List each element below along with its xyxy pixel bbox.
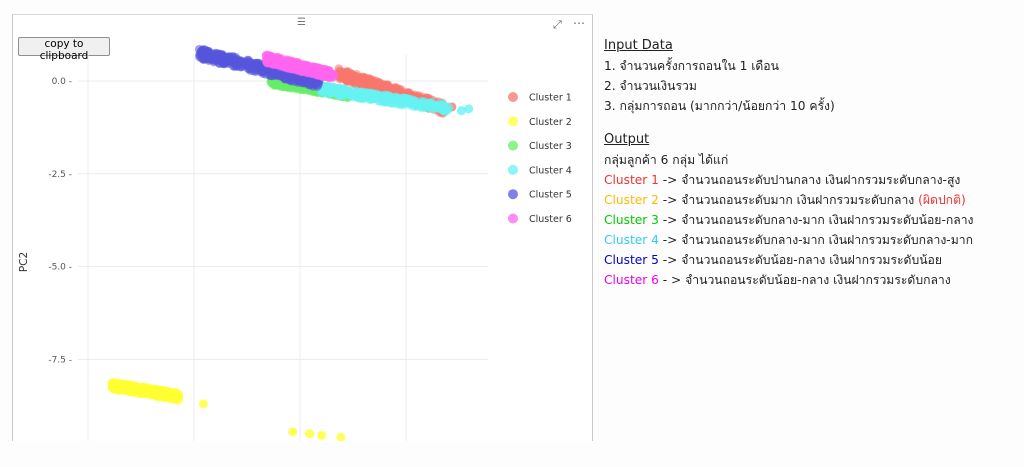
legend-label: Cluster 2 (529, 117, 572, 128)
legend-swatch (508, 189, 518, 200)
cluster-line-2: Cluster 2 -> จำนวนถอนระดับมาก เงินฝากรวม… (604, 190, 1016, 210)
cluster-line-1: Cluster 1 -> จำนวนถอนระดับปานกลาง เงินฝา… (604, 170, 1016, 190)
cluster-line-6: Cluster 6 - > จำนวนถอนระดับน้อย-กลาง เงิ… (604, 270, 1016, 290)
series-2 (107, 377, 346, 441)
data-point (336, 432, 346, 441)
data-point (243, 55, 253, 65)
data-point (346, 76, 356, 86)
y-tick-label: -7.5 - (48, 355, 72, 365)
data-point (268, 55, 278, 65)
data-point (417, 98, 427, 108)
cluster-line-name: Cluster 1 (604, 173, 659, 187)
data-point (244, 64, 254, 74)
info-panel: Input Data 1. จำนวนครั้งการถอนใน 1 เดือน… (604, 36, 1016, 290)
data-point (199, 45, 209, 55)
data-point (356, 89, 366, 99)
output-intro: กลุ่มลูกค้า 6 กลุ่ม ได้แก่ (604, 153, 729, 167)
legend-swatch (508, 164, 518, 175)
pca-scatter-chart: 0.0 - -2.5 - -5.0 - -7.5 - PC2 Cluster 1 Clust… (18, 44, 572, 441)
legend-label: Cluster 5 (529, 190, 572, 201)
cluster-line-name: Cluster 4 (604, 233, 659, 247)
data-point (322, 70, 332, 80)
cluster-line-name: Cluster 2 (604, 193, 659, 207)
cluster-description-list: Cluster 1 -> จำนวนถอนระดับปานกลาง เงินฝา… (604, 170, 1016, 290)
data-point (311, 63, 321, 73)
cluster-line-name: Cluster 6 (604, 273, 659, 287)
y-axis-label: PC2 (18, 252, 30, 272)
cluster-line-desc: -> จำนวนถอนระดับมาก เงินฝากรวมระดับกลาง (658, 193, 919, 207)
data-point (358, 72, 368, 82)
data-point (300, 61, 310, 71)
data-point (378, 94, 388, 104)
legend-swatch (508, 213, 518, 224)
cluster-line-5: Cluster 5 -> จำนวนถอนระดับน้อย-กลาง เงิน… (604, 250, 1016, 270)
input-data-heading: Input Data (604, 38, 673, 53)
legend-label: Cluster 4 (529, 165, 572, 176)
legend-label: Cluster 6 (529, 214, 572, 225)
data-point (160, 391, 170, 401)
cluster-line-note: (ผิดปกติ) (918, 193, 966, 207)
output-heading: Output (604, 132, 650, 147)
data-point (397, 98, 407, 108)
cluster-line-desc: -> จำนวนถอนระดับกลาง-มาก เงินฝากรวมระดับ… (658, 233, 973, 247)
input-item-3: 3. กลุ่มการถอน (มากกว่า/น้อยกว่า 10 ครั้… (604, 99, 835, 113)
data-point (269, 80, 279, 90)
cluster-line-desc: -> จำนวนถอนระดับปานกลาง เงินฝากรวมระดับก… (658, 173, 961, 187)
cluster-line-desc: -> จำนวนถอนระดับน้อย-กลาง เงินฝากรวมระดั… (658, 253, 942, 267)
legend-swatch (508, 140, 518, 151)
input-item-2: 2. จำนวนเงินรวม (604, 79, 697, 93)
cluster-line-name: Cluster 5 (604, 253, 659, 267)
data-point (289, 60, 299, 70)
legend-swatch (508, 116, 518, 127)
data-point (288, 427, 298, 437)
y-tick-label: 0.0 - (52, 77, 72, 87)
cluster-line-3: Cluster 3 -> จำนวนถอนระดับกลาง-มาก เงินฝ… (604, 210, 1016, 230)
cluster-line-name: Cluster 3 (604, 213, 659, 227)
data-point (317, 430, 327, 440)
data-point (337, 84, 347, 94)
data-point (146, 390, 156, 400)
data-point (198, 399, 208, 409)
data-point (440, 105, 450, 115)
data-point (219, 57, 229, 67)
data-point (348, 91, 358, 101)
cluster-line-desc: - > จำนวนถอนระดับน้อย-กลาง เงินฝากรวมระด… (658, 273, 951, 287)
data-point (211, 48, 221, 58)
cluster-line-desc: -> จำนวนถอนระดับกลาง-มาก เงินฝากรวมระดับ… (658, 213, 974, 227)
chart-visual-container: ☰ ⤢ ⋯ copy to clipboard 0.0 - -2.5 - -5.0 … (12, 14, 593, 441)
data-point (173, 390, 183, 400)
legend-label: Cluster 3 (529, 141, 572, 152)
y-tick-label: -5.0 - (48, 263, 72, 273)
legend-swatch (508, 92, 518, 102)
input-item-1: 1. จำนวนครั้งการถอนใน 1 เดือน (604, 59, 779, 73)
y-tick-label: -2.5 - (48, 170, 72, 180)
data-point (305, 429, 315, 439)
cluster-line-4: Cluster 4 -> จำนวนถอนระดับกลาง-มาก เงินฝ… (604, 230, 1016, 250)
data-point (281, 74, 291, 84)
data-point (115, 382, 125, 392)
data-point (409, 98, 419, 108)
data-point (232, 58, 242, 68)
data-point (427, 102, 437, 112)
legend-label: Cluster 1 (529, 93, 572, 104)
data-point (464, 104, 474, 114)
data-point (132, 386, 142, 396)
